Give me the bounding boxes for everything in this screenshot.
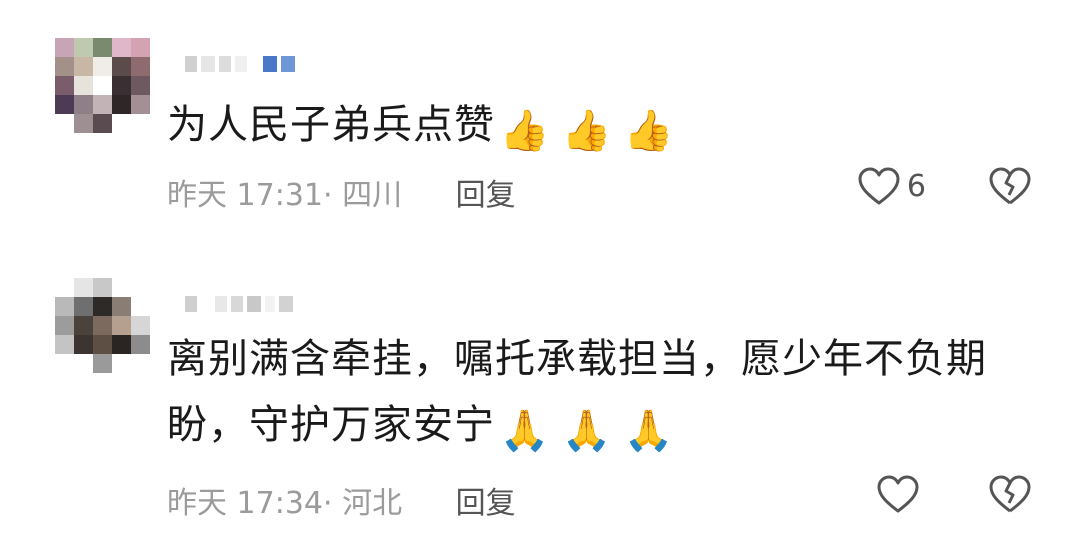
avatar-pixel: [55, 38, 74, 57]
comment-actions: [876, 474, 1032, 514]
folded-hands-icon: 🙏: [561, 408, 613, 454]
avatar-pixel: [74, 297, 93, 316]
avatar-pixel: [74, 316, 93, 335]
comment-text: 离别满含牵挂，嘱托承载担当，愿少年不负期盼，守护万家安宁 🙏 🙏 🙏: [167, 326, 990, 458]
avatar-pixel: [112, 354, 131, 373]
avatar-pixel: [112, 76, 131, 95]
avatar[interactable]: [55, 38, 150, 133]
avatar-pixel: [93, 114, 112, 133]
avatar-pixel: [55, 354, 74, 373]
avatar-pixel: [131, 297, 150, 316]
like-button[interactable]: [876, 474, 926, 514]
avatar-pixel: [131, 95, 150, 114]
avatar-pixel: [55, 114, 74, 133]
avatar-pixel: [112, 297, 131, 316]
avatar-pixel: [93, 57, 112, 76]
avatar-pixel: [131, 354, 150, 373]
heart-icon[interactable]: [876, 474, 920, 514]
avatar-pixel: [93, 76, 112, 95]
avatar-pixel: [93, 38, 112, 57]
reply-button[interactable]: 回复: [456, 178, 516, 213]
emoji-row: 🙏 🙏 🙏: [499, 407, 675, 455]
avatar-pixel: [55, 297, 74, 316]
avatar-pixel: [112, 316, 131, 335]
avatar-pixel: [131, 57, 150, 76]
avatar-pixel: [55, 278, 74, 297]
broken-heart-icon[interactable]: [988, 166, 1032, 206]
folded-hands-icon: 🙏: [499, 408, 551, 454]
broken-heart-icon[interactable]: [988, 474, 1032, 514]
avatar-pixel: [93, 95, 112, 114]
avatar-pixel: [112, 335, 131, 354]
comment-text: 为人民子弟兵点赞 👍 👍 👍: [167, 92, 990, 158]
emoji-row: 👍 👍 👍: [499, 107, 675, 155]
avatar-pixel: [131, 335, 150, 354]
avatar-pixel: [112, 278, 131, 297]
avatar-pixel: [93, 316, 112, 335]
like-button[interactable]: 6: [857, 166, 926, 206]
avatar-pixel: [131, 76, 150, 95]
thumbs-up-icon: 👍: [561, 108, 613, 154]
username-blurred[interactable]: [185, 56, 295, 72]
avatar-pixel: [74, 354, 93, 373]
avatar-pixel: [74, 278, 93, 297]
avatar-pixel: [93, 354, 112, 373]
avatar-pixel: [93, 297, 112, 316]
avatar-pixel: [131, 278, 150, 297]
avatar-pixel: [112, 57, 131, 76]
avatar[interactable]: [55, 278, 150, 373]
avatar-pixel: [55, 316, 74, 335]
comment-location: 四川: [342, 178, 403, 213]
thumbs-up-icon: 👍: [623, 108, 675, 154]
reply-button[interactable]: 回复: [456, 486, 516, 521]
folded-hands-icon: 🙏: [623, 408, 675, 454]
comment-item: 离别满含牵挂，嘱托承载担当，愿少年不负期盼，守护万家安宁 🙏 🙏 🙏 昨天 17…: [0, 250, 1080, 544]
avatar-pixel: [55, 335, 74, 354]
comment-item: 为人民子弟兵点赞 👍 👍 👍 昨天 17:31· 四川 回复 6: [0, 0, 1080, 250]
heart-icon[interactable]: [857, 166, 901, 206]
comment-time: 昨天 17:31: [167, 178, 323, 213]
avatar-pixel: [74, 114, 93, 133]
avatar-pixel: [74, 57, 93, 76]
avatar-pixel: [74, 76, 93, 95]
thumbs-up-icon: 👍: [499, 108, 551, 154]
comment-time: 昨天 17:34: [167, 486, 323, 521]
comment-meta: 昨天 17:31· 四川 回复: [167, 178, 516, 213]
username-blurred[interactable]: [185, 296, 293, 312]
avatar-pixel: [55, 57, 74, 76]
comment-location: 河北: [342, 486, 403, 521]
avatar-pixel: [112, 114, 131, 133]
like-count: 6: [906, 168, 926, 204]
avatar-pixel: [93, 278, 112, 297]
comment-meta: 昨天 17:34· 河北 回复: [167, 486, 516, 521]
avatar-pixel: [131, 114, 150, 133]
avatar-pixel: [112, 38, 131, 57]
avatar-pixel: [131, 38, 150, 57]
avatar-pixel: [93, 335, 112, 354]
comment-actions: 6: [857, 166, 1032, 206]
avatar-pixel: [112, 95, 131, 114]
avatar-pixel: [74, 95, 93, 114]
avatar-pixel: [74, 335, 93, 354]
comment-body: 为人民子弟兵点赞: [167, 102, 495, 148]
avatar-pixel: [74, 38, 93, 57]
avatar-pixel: [55, 76, 74, 95]
avatar-pixel: [55, 95, 74, 114]
avatar-pixel: [131, 316, 150, 335]
